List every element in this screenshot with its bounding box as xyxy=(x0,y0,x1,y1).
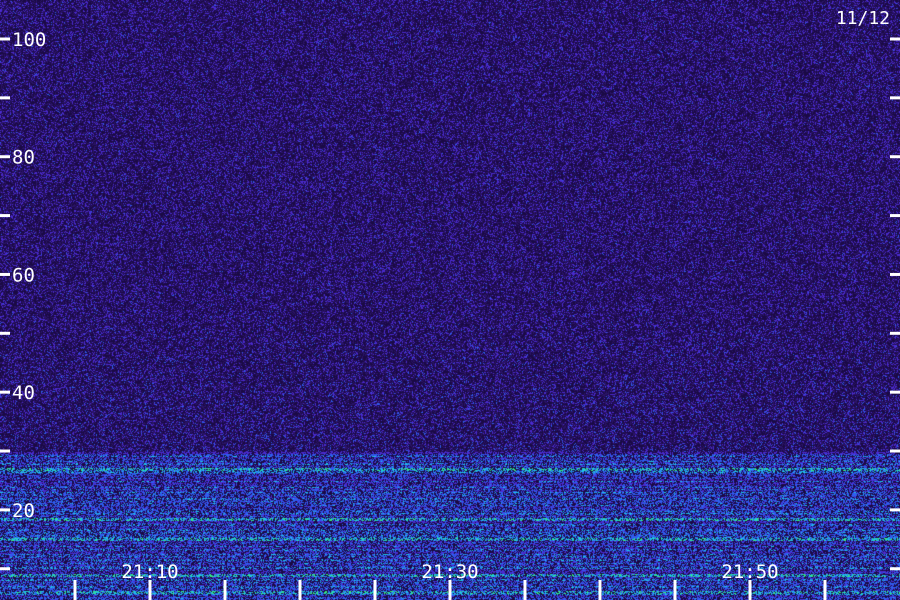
y-tick-left xyxy=(0,331,10,335)
x-tick-label: 21:10 xyxy=(121,561,178,583)
y-tick-right xyxy=(890,449,900,453)
axes-overlay: 20 40 60 80 100 21:10 21:30 21:50 11/12 xyxy=(0,8,900,600)
y-tick-left xyxy=(0,37,10,41)
y-tick-left xyxy=(0,155,10,159)
y-tick-right xyxy=(890,272,900,276)
x-tick xyxy=(148,580,152,600)
y-tick-label: 60 xyxy=(12,264,35,286)
y-tick-left xyxy=(0,508,10,512)
y-tick-left xyxy=(0,390,10,394)
y-tick-label: 100 xyxy=(12,29,46,51)
spectrogram-view: 20 40 60 80 100 21:10 21:30 21:50 11/12 xyxy=(0,0,900,600)
y-tick-right xyxy=(890,390,900,394)
x-tick-label: 21:50 xyxy=(721,561,778,583)
y-tick-right xyxy=(890,155,900,159)
y-tick-right xyxy=(890,214,900,218)
x-tick xyxy=(598,580,602,600)
x-tick xyxy=(673,580,677,600)
y-tick-right xyxy=(890,508,900,512)
x-tick xyxy=(298,580,302,600)
x-tick xyxy=(823,580,827,600)
y-tick-right xyxy=(890,331,900,335)
y-tick-label: 40 xyxy=(12,382,35,404)
y-tick-label: 80 xyxy=(12,147,35,169)
x-tick-label: 21:30 xyxy=(421,561,478,583)
y-tick-right xyxy=(890,567,900,571)
y-tick-right xyxy=(890,37,900,41)
x-tick xyxy=(448,580,452,600)
y-tick-right xyxy=(890,96,900,100)
y-tick-left xyxy=(0,449,10,453)
x-tick xyxy=(373,580,377,600)
x-axis: 21:10 21:30 21:50 xyxy=(73,561,827,600)
y-tick-left xyxy=(0,567,10,571)
x-tick xyxy=(73,580,77,600)
y-tick-left xyxy=(0,272,10,276)
y-axis: 20 40 60 80 100 xyxy=(0,29,900,571)
y-tick-left xyxy=(0,96,10,100)
y-tick-left xyxy=(0,214,10,218)
date-label: 11/12 xyxy=(836,8,890,29)
y-tick-label: 20 xyxy=(12,500,35,522)
x-tick xyxy=(223,580,227,600)
x-tick xyxy=(523,580,527,600)
x-tick xyxy=(748,580,752,600)
